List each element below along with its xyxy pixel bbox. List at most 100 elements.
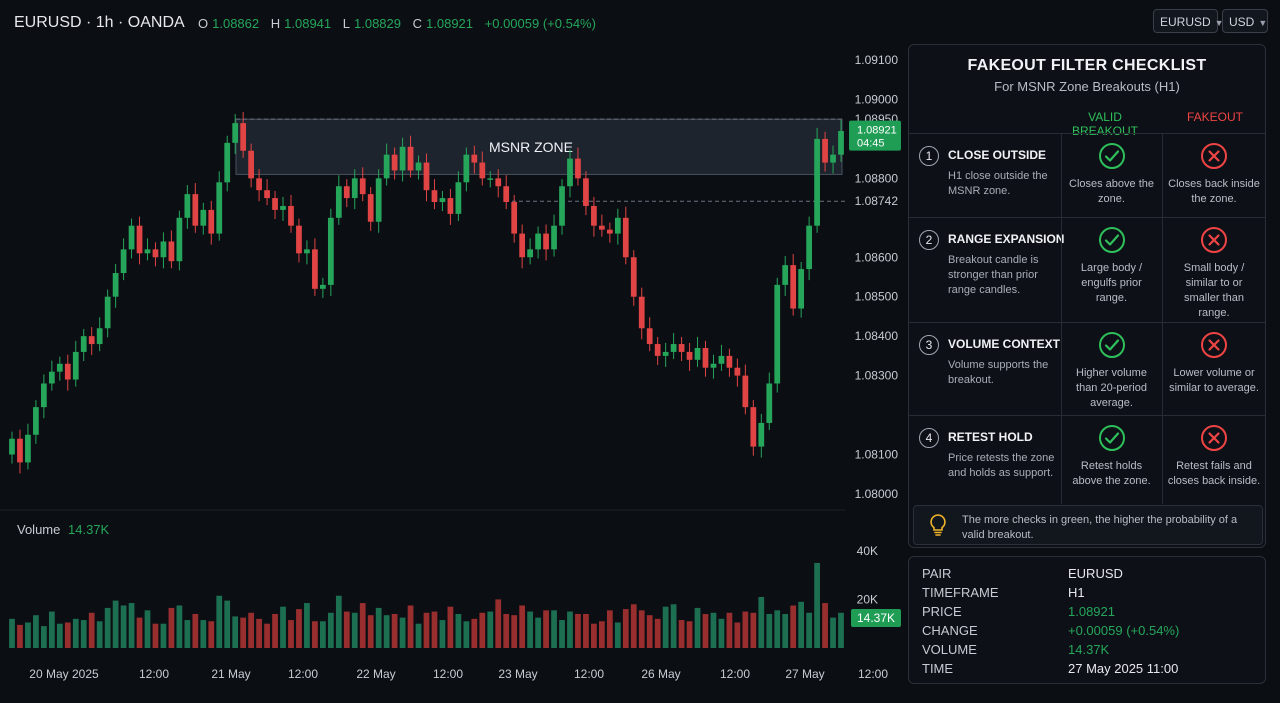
time-tick-label: 22 May [356,667,395,681]
volume-bar [622,609,629,648]
price-tick-label: 1.09000 [855,92,899,106]
candle [367,194,374,222]
volume-bar [463,621,470,648]
candle [838,131,844,155]
volume-bar [152,623,159,648]
volume-bar [646,615,653,648]
valid-text: Large body / engulfs prior range. [1080,262,1143,304]
volume-bar [511,615,518,648]
candle [9,438,15,455]
countdown-label: 04:45 [857,138,885,150]
volume-bar [551,610,557,648]
valid-cell: Large body / engulfs prior range. [1061,218,1162,323]
volume-bar [351,612,358,648]
fakeout-cell: Retest fails and closes back inside. [1163,416,1265,504]
fakeout-cell: Small body / similar to or smaller than … [1163,218,1265,323]
timeframe-value: H1 [1068,585,1085,600]
volume-bar [48,611,55,648]
candle [264,190,270,199]
candle [168,241,175,262]
price-tick-label: 1.09100 [855,53,899,67]
change-value: +0.00059 (+0.54%) [1068,623,1180,638]
volume-bar [479,612,486,648]
volume-bar [216,595,223,648]
volume-bar [88,612,95,648]
volume-bar [806,612,812,648]
time-tick-label: 12:00 [858,667,888,681]
volume-bar [56,623,63,648]
tip-box: The more checks in green, the higher the… [913,505,1263,545]
pair-select[interactable]: EURUSD ▼ [1153,9,1224,33]
price-chart[interactable]: MSNR ZONE1.091001.090001.089501.088001.0… [0,0,905,703]
volume-bar [694,607,701,648]
volume-bar [519,605,526,648]
price-tick-label: 1.08100 [855,448,899,462]
candle [431,190,438,203]
candle [519,233,526,258]
volume-bar [543,610,549,648]
checklist-row: 3 VOLUME CONTEXT Volume supports the bre… [909,322,1265,416]
candle [718,355,725,364]
candle [208,209,215,234]
candle [415,162,422,171]
candle [335,186,342,218]
volume-bar [790,605,797,648]
volume-bar [320,621,326,648]
candle [591,205,597,226]
currency-select[interactable]: USD ▼ [1222,9,1268,33]
volume-bar [503,613,510,648]
candle [622,217,629,258]
time-tick-label: 20 May 2025 [29,667,99,681]
volume-bar [224,600,231,648]
candle [200,209,207,226]
candle [670,344,677,352]
candle [144,249,151,254]
volume-bar [312,621,318,648]
change-label: CHANGE [922,623,978,638]
volume-bar [527,611,533,648]
price-tick-label: 1.08500 [855,290,899,304]
candle [296,225,302,254]
volume-bar [431,611,438,648]
x-circle-icon [1201,332,1227,358]
candle [280,205,286,210]
checklist-row: 1 CLOSE OUTSIDE H1 close outside the MSN… [909,133,1265,218]
volume-bar [120,605,127,648]
candle [80,336,87,352]
volume-bar [128,603,135,648]
volume-bar [232,616,239,648]
row-description: Breakout candle is stronger than prior r… [948,254,1039,296]
candle [503,186,510,203]
candle [487,178,494,180]
volume-bar [64,622,71,648]
candle [248,150,254,179]
candle [256,178,262,191]
candle [399,146,406,171]
candle [343,186,350,199]
candle [455,182,462,214]
volume-bar [766,613,773,648]
volume-bar [742,611,749,648]
price-value: 1.08921 [1068,604,1115,619]
volume-bar [630,604,637,648]
volume-bar [327,612,334,648]
candle [630,257,637,297]
candle [64,363,71,380]
volume-bar [686,621,693,648]
volume-bar [774,610,781,648]
volume-bar [72,618,79,648]
candle [471,154,478,163]
valid-text: Higher volume than 20-period average. [1076,367,1147,409]
row-description: H1 close outside the MSNR zone. [948,170,1048,197]
price-tick-label: 1.08400 [855,329,899,343]
volume-bar [782,613,789,648]
check-circle-icon [1098,332,1125,358]
candle [447,198,454,214]
candle [359,178,366,195]
time-tick-label: 27 May [785,667,824,681]
volume-bar [383,615,390,648]
candle [120,249,127,274]
volume-bar [343,611,350,648]
volume-bar [822,603,828,648]
volume-bar [798,601,805,648]
